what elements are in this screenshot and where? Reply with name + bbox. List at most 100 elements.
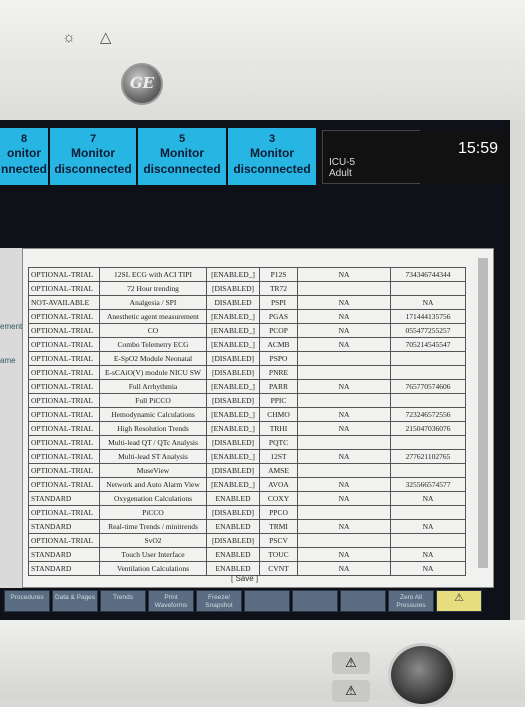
softkey-button[interactable]: Data & Pages xyxy=(52,590,98,612)
option-na: NA xyxy=(297,295,391,310)
softkey-button[interactable]: Procedures xyxy=(4,590,50,612)
table-row[interactable]: OPTIONAL-TRIAL E-SpO2 Module Neonatal [DIS… xyxy=(28,351,466,366)
bed-3-cell[interactable]: 3 Monitor disconnected xyxy=(228,128,316,185)
option-code: CHMO xyxy=(259,407,298,422)
table-row[interactable]: OPTIONAL-TRIAL Multi-lead ST Analysis [ENA… xyxy=(28,449,466,464)
option-na: NA xyxy=(297,519,391,534)
table-row[interactable]: OPTIONAL-TRIAL CO [ENABLED_] PCOP NA 05547725… xyxy=(28,323,466,338)
unit-label[interactable]: ICU-5 Adult xyxy=(322,130,434,184)
bed-number: 7 xyxy=(89,133,97,145)
table-row[interactable]: OPTIONAL-TRIAL Multi-lead QT / QTc Analys… xyxy=(28,435,466,450)
software-options-window: OPTIONAL-TRIAL 12SL ECG with ACI TIPI [ENA… xyxy=(22,248,494,588)
table-row[interactable]: OPTIONAL-TRIAL Full Arrhythmia [ENABLED_] P… xyxy=(28,379,466,394)
table-row[interactable]: STANDARD Real-time Trends / minitrends ENA… xyxy=(28,519,466,534)
softkey-button[interactable]: Print Waveforms xyxy=(148,590,194,612)
option-status: [ENABLED_] xyxy=(206,407,260,422)
bed-status-line2: disconnected xyxy=(233,162,311,176)
option-feature: Real-time Trends / minitrends xyxy=(99,519,207,534)
table-row[interactable]: OPTIONAL-TRIAL PiCCO [DISABLED] PPCO xyxy=(28,505,466,520)
softkey-button[interactable]: Trends xyxy=(100,590,146,612)
option-feature: PiCCO xyxy=(99,505,207,520)
option-status: [ENABLED_] xyxy=(206,323,260,338)
option-status: [DISABLED] xyxy=(206,365,260,380)
bed-status-line2: disconnected xyxy=(54,162,132,176)
option-code: PSPI xyxy=(259,295,298,310)
option-code: PGAS xyxy=(259,309,298,324)
option-status: [DISABLED] xyxy=(206,351,260,366)
table-row[interactable]: OPTIONAL-TRIAL High Resolution Trends [ENA… xyxy=(28,421,466,436)
clock: 15:59 xyxy=(420,130,506,184)
option-key: 215047036076 xyxy=(390,421,466,436)
table-row[interactable]: OPTIONAL-TRIAL Network and Auto Alarm Vie… xyxy=(28,477,466,492)
option-feature: CO xyxy=(99,323,207,338)
table-row[interactable]: OPTIONAL-TRIAL MuseView [DISABLED] AMSE xyxy=(28,463,466,478)
softkey-button[interactable] xyxy=(292,590,338,612)
table-row[interactable]: OPTIONAL-TRIAL Full PiCCO [DISABLED] PPIC xyxy=(28,393,466,408)
bed-5-cell[interactable]: 5 Monitor disconnected xyxy=(138,128,226,185)
option-mode: OPTIONAL-TRIAL xyxy=(28,281,100,296)
save-button[interactable]: [ Save ] xyxy=(231,574,258,583)
option-status: [ENABLED_] xyxy=(206,379,260,394)
alarm-bar: 8 onitor nnected 7 Monitor disconnected … xyxy=(0,128,510,188)
alarm-icon[interactable]: ⚠ xyxy=(436,590,482,612)
table-row[interactable]: OPTIONAL-TRIAL Anesthetic agent measureme… xyxy=(28,309,466,324)
option-feature: Ventilation Calculations xyxy=(99,561,207,576)
option-code: PPIC xyxy=(259,393,298,408)
table-row[interactable]: STANDARD Oxygenation Calculations ENABLED C… xyxy=(28,491,466,506)
option-mode: STANDARD xyxy=(28,519,100,534)
trim-knob[interactable] xyxy=(388,643,456,707)
softkey-button[interactable] xyxy=(340,590,386,612)
option-status: ENABLED xyxy=(206,519,260,534)
bed-status-line1: Monitor xyxy=(71,146,115,160)
option-na xyxy=(297,435,391,450)
option-mode: NOT-AVAILABLE xyxy=(28,295,100,310)
option-feature: Touch User Interface xyxy=(99,547,207,562)
option-code: ACMB xyxy=(259,337,298,352)
option-mode: OPTIONAL-TRIAL xyxy=(28,463,100,478)
option-status: [ENABLED_] xyxy=(206,421,260,436)
option-code: TR72 xyxy=(259,281,298,296)
option-key xyxy=(390,505,466,520)
alarm-pause-icon[interactable]: ⚠ xyxy=(332,680,370,702)
option-key xyxy=(390,533,466,548)
option-key: 171444135756 xyxy=(390,309,466,324)
alarm-silence-icon[interactable]: ⚠ xyxy=(332,652,370,674)
table-row[interactable]: STANDARD Touch User Interface ENABLED TOUC N… xyxy=(28,547,466,562)
table-row[interactable]: NOT-AVAILABLE Analgesia / SPI DISABLED PSPI… xyxy=(28,295,466,310)
option-status: [ENABLED_] xyxy=(206,449,260,464)
table-row[interactable]: OPTIONAL-TRIAL 72 Hour trending [DISABLED]… xyxy=(28,281,466,296)
softkey-button[interactable]: Freeze/ Snapshot xyxy=(196,590,242,612)
option-key: NA xyxy=(390,561,466,576)
left-menu-item[interactable]: ement xyxy=(0,322,22,331)
scrollbar[interactable] xyxy=(478,258,488,568)
option-key: NA xyxy=(390,519,466,534)
option-code: PNRE xyxy=(259,365,298,380)
option-key: 734346744344 xyxy=(390,267,466,282)
option-mode: OPTIONAL-TRIAL xyxy=(28,393,100,408)
option-na: NA xyxy=(297,323,391,338)
option-key xyxy=(390,463,466,478)
option-mode: OPTIONAL-TRIAL xyxy=(28,435,100,450)
monitor-bezel-top xyxy=(0,0,525,120)
table-row[interactable]: OPTIONAL-TRIAL SvO2 [DISABLED] PSCV xyxy=(28,533,466,548)
option-na: NA xyxy=(297,379,391,394)
option-mode: OPTIONAL-TRIAL xyxy=(28,505,100,520)
table-row[interactable]: OPTIONAL-TRIAL Hemodynamic Calculations [E… xyxy=(28,407,466,422)
table-row[interactable]: OPTIONAL-TRIAL Combo Telemetry ECG [ENABLE… xyxy=(28,337,466,352)
bed-8-cell[interactable]: 8 onitor nnected xyxy=(0,128,48,185)
softkey-button[interactable] xyxy=(244,590,290,612)
table-row[interactable]: OPTIONAL-TRIAL E-sCAiO(V) module NICU SW[… xyxy=(28,365,466,380)
table-row[interactable]: OPTIONAL-TRIAL 12SL ECG with ACI TIPI [ENA… xyxy=(28,267,466,282)
option-na: NA xyxy=(297,547,391,562)
option-feature: Multi-lead ST Analysis xyxy=(99,449,207,464)
option-mode: STANDARD xyxy=(28,491,100,506)
option-status: [ENABLED_] xyxy=(206,477,260,492)
option-feature: Hemodynamic Calculations xyxy=(99,407,207,422)
bed-status-line1: Monitor xyxy=(160,146,204,160)
softkey-button[interactable]: Zero All Pressures xyxy=(388,590,434,612)
option-na xyxy=(297,393,391,408)
bed-7-cell[interactable]: 7 Monitor disconnected xyxy=(50,128,136,185)
option-key: 277621102765 xyxy=(390,449,466,464)
softkey-bar: Procedures Data & Pages Trends Print Wavefo… xyxy=(0,590,482,614)
left-menu-item[interactable]: ame xyxy=(0,356,16,365)
